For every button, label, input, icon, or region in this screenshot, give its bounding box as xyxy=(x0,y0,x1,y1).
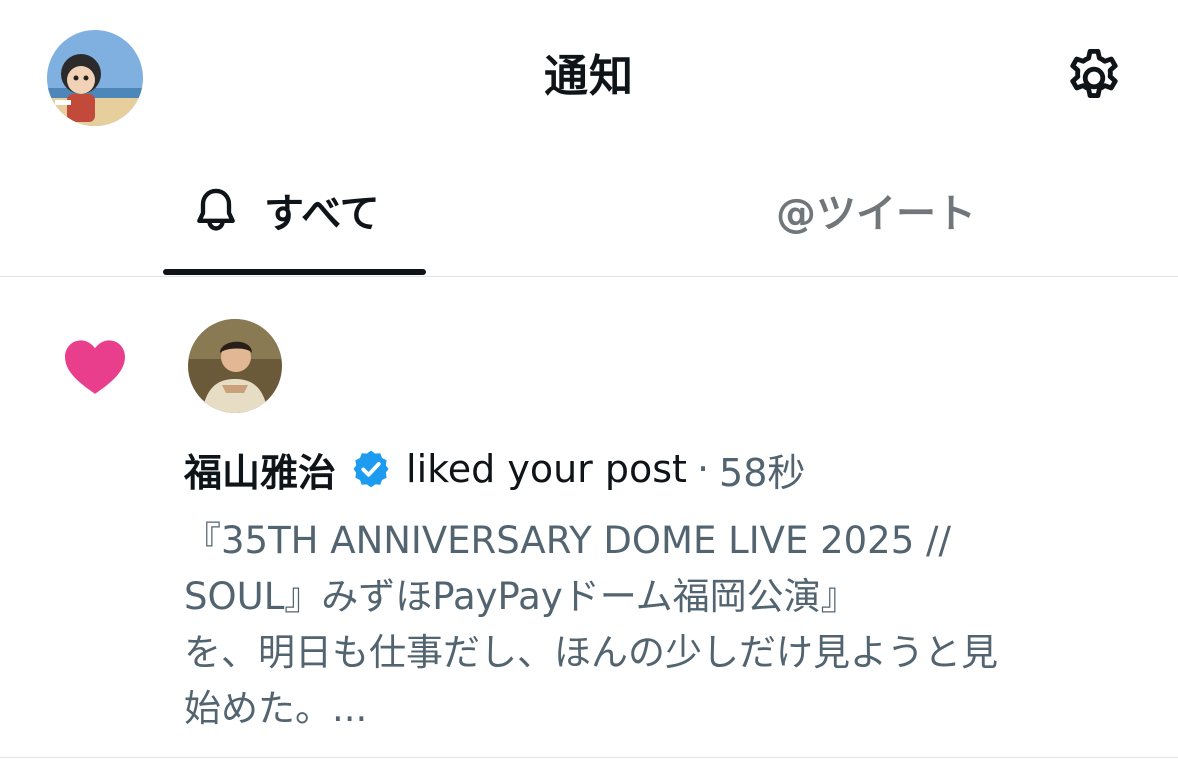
actor-avatar[interactable] xyxy=(188,319,282,413)
actor-avatar-icon xyxy=(188,319,282,413)
bell-icon xyxy=(197,188,235,231)
tab-mentions[interactable]: @ツイート xyxy=(776,180,976,240)
active-tab-indicator xyxy=(163,269,426,275)
verified-badge-icon xyxy=(353,450,389,488)
notification-time: 58秒 xyxy=(719,450,806,495)
notification-tabs: すべて @ツイート xyxy=(0,150,1178,277)
heart-icon xyxy=(65,340,125,394)
settings-button[interactable] xyxy=(1060,44,1128,112)
separator-dot: · xyxy=(696,447,710,491)
gear-icon xyxy=(1070,48,1118,98)
notification-header: 福山雅治 liked your post · 58秒 xyxy=(184,441,805,497)
page-title: 通知 xyxy=(544,51,634,102)
tab-mentions-label: @ツイート xyxy=(776,191,976,237)
tab-all-label: すべて xyxy=(264,191,380,237)
post-preview[interactable]: 『35TH ANNIVERSARY DOME LIVE 2025 // SOUL… xyxy=(184,513,1144,737)
notification-item[interactable]: 福山雅治 liked your post · 58秒 『35TH ANNIVER… xyxy=(0,277,1178,758)
notification-action: liked your post xyxy=(406,447,687,491)
actor-name[interactable]: 福山雅治 xyxy=(184,442,336,497)
top-bar: 通知 xyxy=(0,0,1178,150)
tab-all[interactable]: すべて xyxy=(190,180,380,240)
